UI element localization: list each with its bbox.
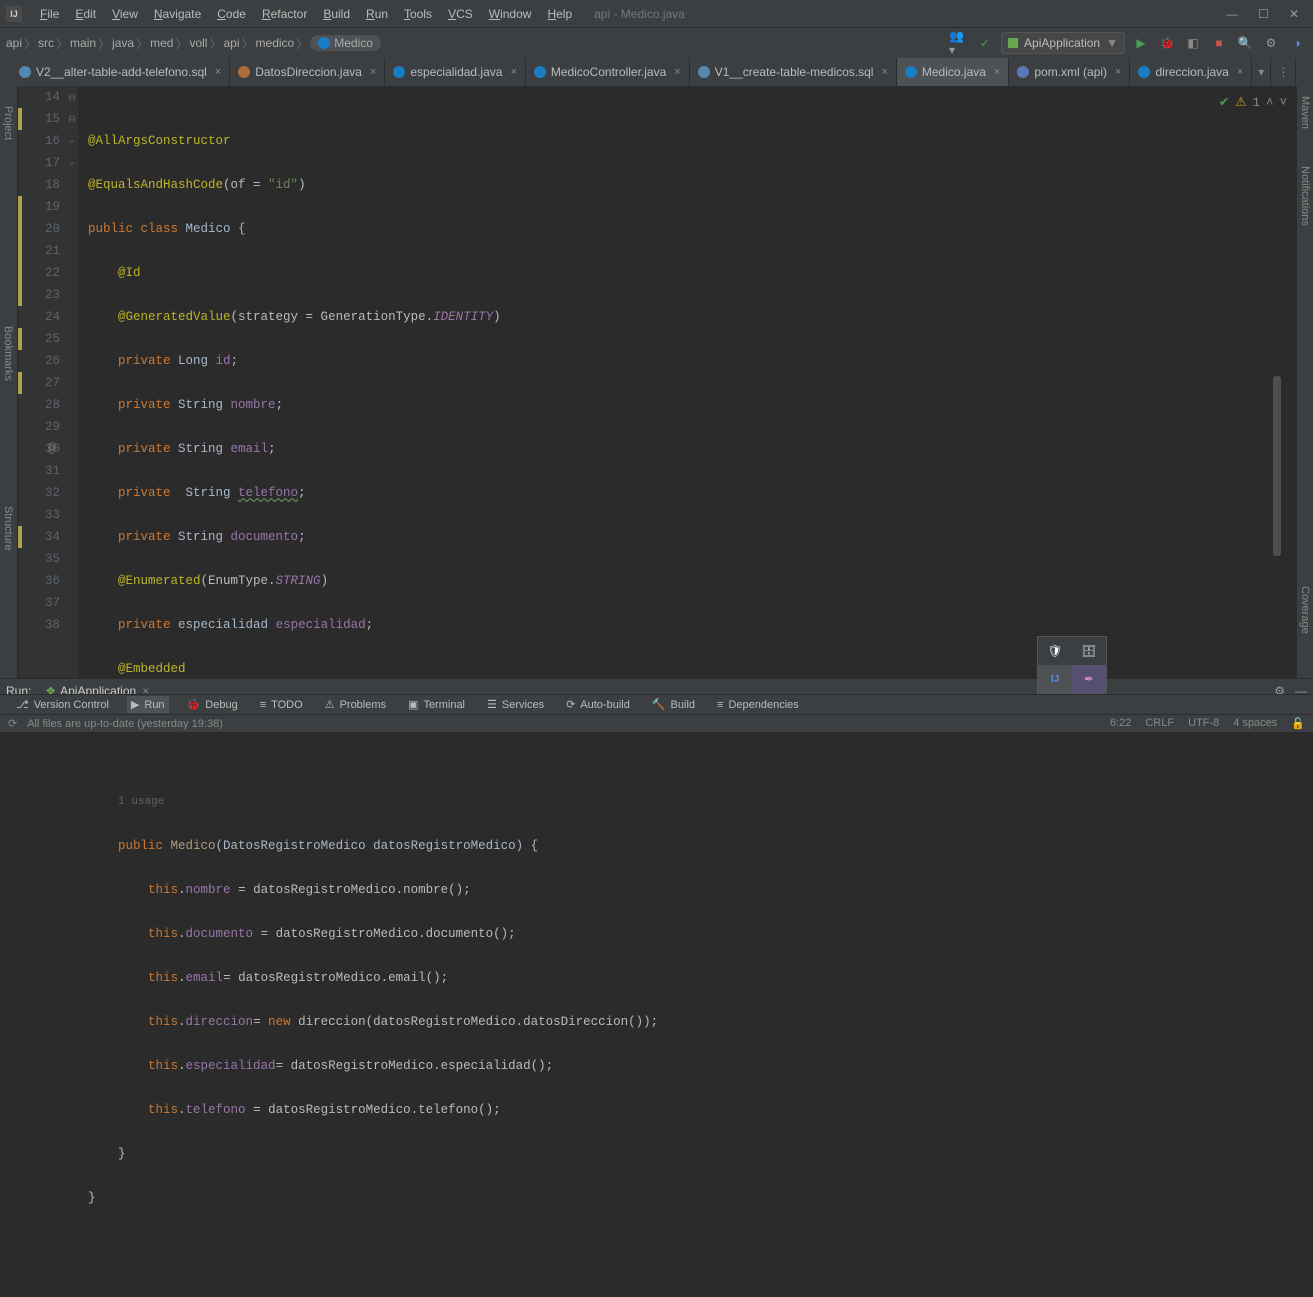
- breadcrumb-item[interactable]: api: [224, 36, 240, 50]
- warning-count: 1: [1252, 92, 1260, 114]
- toolwindow-services[interactable]: ☰Services: [483, 696, 548, 713]
- indent-info[interactable]: 4 spaces: [1233, 717, 1277, 730]
- menu-view[interactable]: View: [104, 3, 146, 25]
- toolwindow-dependencies[interactable]: ≡Dependencies: [713, 697, 803, 713]
- toolwindow-terminal[interactable]: ▣Terminal: [404, 696, 469, 713]
- gear-icon[interactable]: ⚙: [1261, 33, 1281, 53]
- project-tool-label[interactable]: Project: [2, 106, 14, 140]
- fold-column[interactable]: ⊟⊟⌐⌐: [66, 86, 78, 684]
- window-title: api - Medico.java: [594, 7, 685, 21]
- notifications-tool-label[interactable]: Notifications: [1299, 166, 1311, 226]
- tab-file[interactable]: DatosDireccion.java×: [230, 58, 385, 86]
- breadcrumb-item[interactable]: java: [112, 36, 134, 50]
- structure-tool-label[interactable]: Structure: [2, 506, 14, 551]
- breadcrumb: api〉src〉main〉java〉med〉voll〉api〉medico〉Me…: [6, 35, 381, 52]
- menu-window[interactable]: Window: [481, 3, 540, 25]
- status-message: All files are up-to-date (yesterday 19:3…: [27, 718, 223, 730]
- menu-edit[interactable]: Edit: [67, 3, 104, 25]
- line-gutter[interactable]: 1415161718192021222324252627282930313233…: [24, 86, 66, 684]
- warning-icon: ⚠: [1235, 92, 1246, 114]
- chevron-down-icon: ▼: [1106, 36, 1118, 50]
- bookmarks-tool-label[interactable]: Bookmarks: [2, 326, 14, 381]
- menu-navigate[interactable]: Navigate: [146, 3, 209, 25]
- coverage-tool-label[interactable]: Coverage: [1299, 586, 1311, 634]
- breadcrumb-item[interactable]: src: [38, 36, 54, 50]
- minimize-icon[interactable]: —: [1226, 7, 1238, 21]
- tool-window-bar: ⎇Version Control ▶Run 🐞Debug ≡TODO ⚠Problems…: [0, 694, 1313, 714]
- breadcrumb-item[interactable]: med: [150, 36, 173, 50]
- debug-icon[interactable]: 🐞: [1157, 33, 1177, 53]
- status-bar: ⟳ All files are up-to-date (yesterday 19…: [0, 714, 1313, 732]
- add-user-icon[interactable]: 👥▾: [949, 33, 969, 53]
- toolwindow-debug[interactable]: 🐞Debug: [183, 696, 242, 713]
- tab-file[interactable]: pom.xml (api)×: [1009, 58, 1130, 86]
- tab-file[interactable]: V1__create-table-medicos.sql×: [690, 58, 897, 86]
- tab-file[interactable]: Medico.java×: [897, 58, 1009, 86]
- search-icon[interactable]: 🔍: [1235, 33, 1255, 53]
- file-encoding[interactable]: UTF-8: [1188, 717, 1219, 730]
- run-config-label: ApiApplication: [1024, 36, 1100, 50]
- coverage-icon[interactable]: ◧: [1183, 33, 1203, 53]
- down-icon[interactable]: ˅: [1279, 92, 1287, 114]
- toolwindow-problems[interactable]: ⚠Problems: [321, 696, 390, 713]
- left-tool-strip[interactable]: Project Bookmarks Structure: [0, 86, 18, 684]
- line-separator[interactable]: CRLF: [1145, 717, 1174, 730]
- settings-sync-icon[interactable]: ◑: [1287, 33, 1307, 53]
- ide-logo: IJ: [6, 6, 22, 22]
- vertical-scrollbar[interactable]: [1273, 376, 1281, 556]
- breadcrumb-item[interactable]: voll: [189, 36, 207, 50]
- navigation-bar: api〉src〉main〉java〉med〉voll〉api〉medico〉Me…: [0, 28, 1313, 58]
- up-icon[interactable]: ˄: [1266, 92, 1274, 114]
- menu-build[interactable]: Build: [315, 3, 358, 25]
- toolwindow-run[interactable]: ▶Run: [127, 696, 169, 713]
- menu-bar: IJ FileEditViewNavigateCodeRefactorBuild…: [0, 0, 1313, 28]
- menu-vcs[interactable]: VCS: [440, 3, 481, 25]
- menu-run[interactable]: Run: [358, 3, 396, 25]
- stop-icon[interactable]: ■: [1209, 33, 1229, 53]
- tab-file[interactable]: especialidad.java×: [385, 58, 526, 86]
- readonly-icon[interactable]: 🔓: [1291, 717, 1305, 730]
- run-icon[interactable]: ▶: [1131, 33, 1151, 53]
- notification-panel[interactable]: 🛡 🗄 IJ ✒: [1037, 636, 1107, 694]
- menu-help[interactable]: Help: [539, 3, 580, 25]
- shield-icon: 🛡: [1047, 644, 1062, 658]
- tab-file[interactable]: V2__alter-table-add-telefono.sql×: [11, 58, 230, 86]
- run-config-selector[interactable]: ApiApplication ▼: [1001, 32, 1125, 54]
- breadcrumb-item[interactable]: api: [6, 36, 22, 50]
- caret-position[interactable]: 6:22: [1110, 717, 1131, 730]
- toolwindow-version-control[interactable]: ⎇Version Control: [12, 696, 113, 713]
- right-tool-strip[interactable]: Maven Notifications Coverage: [1297, 86, 1313, 684]
- override-gutter-icon[interactable]: @: [48, 441, 56, 456]
- close-icon[interactable]: ✕: [1289, 7, 1299, 21]
- breadcrumb-current[interactable]: Medico: [310, 35, 381, 51]
- sync-icon[interactable]: ⟳: [8, 717, 17, 730]
- ij-icon: IJ: [1051, 674, 1059, 685]
- tab-file[interactable]: direccion.java×: [1130, 58, 1252, 86]
- breadcrumb-item[interactable]: medico: [256, 36, 295, 50]
- menu-file[interactable]: File: [32, 3, 67, 25]
- ok-icon: ✔: [1219, 92, 1229, 114]
- checkmark-icon[interactable]: ✓: [975, 33, 995, 53]
- maximize-icon[interactable]: ☐: [1258, 7, 1269, 21]
- editor-tabs: V2__alter-table-add-telefono.sql×DatosDi…: [0, 58, 1313, 86]
- editor: Project Bookmarks Structure 141516171819…: [0, 86, 1297, 684]
- toolwindow-build[interactable]: 🔨Build: [648, 696, 699, 713]
- menu-tools[interactable]: Tools: [396, 3, 440, 25]
- feather-icon: ✒: [1084, 672, 1094, 686]
- code-area[interactable]: ✔ ⚠ 1 ˄ ˅ @AllArgsConstructor @EqualsAnd…: [78, 86, 1297, 684]
- db-icon: 🗄: [1081, 644, 1096, 658]
- menu-code[interactable]: Code: [209, 3, 254, 25]
- tab-file[interactable]: MedicoController.java×: [526, 58, 690, 86]
- breadcrumb-item[interactable]: main: [70, 36, 96, 50]
- toolwindow-todo[interactable]: ≡TODO: [256, 697, 307, 713]
- inspection-widget[interactable]: ✔ ⚠ 1 ˄ ˅: [1219, 92, 1287, 114]
- tab-overflow[interactable]: ▾: [1252, 58, 1271, 86]
- maven-tool-label[interactable]: Maven: [1299, 96, 1311, 129]
- tab-menu[interactable]: ⋮: [1271, 58, 1296, 86]
- menu-refactor[interactable]: Refactor: [254, 3, 315, 25]
- toolwindow-auto-build[interactable]: ⟳Auto-build: [562, 696, 634, 713]
